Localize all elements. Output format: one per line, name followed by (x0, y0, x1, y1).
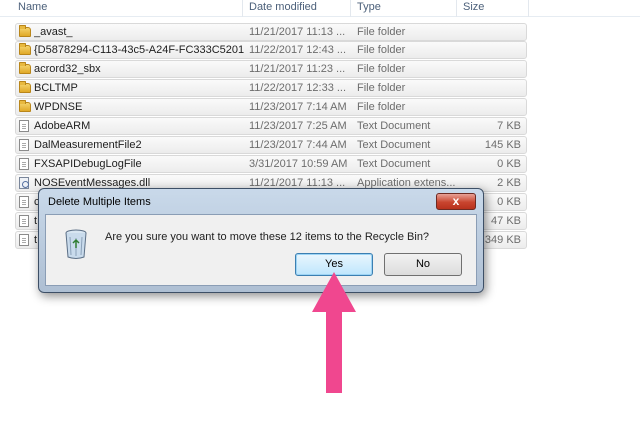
file-date: 11/22/2017 12:43 ... (249, 44, 347, 56)
file-date: 11/23/2017 7:25 AM (249, 120, 347, 132)
file-type: File folder (357, 82, 406, 94)
file-name: {D5878294-C113-43c5-A24F-FC333C5201... (34, 44, 244, 56)
file-name: _avast_ (34, 26, 73, 38)
folder-icon (19, 25, 31, 37)
file-size (461, 42, 521, 58)
file-type: Text Document (357, 139, 431, 151)
confirmation-message: Are you sure you want to move these 12 i… (105, 231, 430, 243)
file-name: DalMeasurementFile2 (34, 139, 142, 151)
file-type: Text Document (357, 120, 431, 132)
file-name: BCLTMP (34, 82, 78, 94)
file-type: File folder (357, 63, 406, 75)
file-row[interactable]: _avast_ 11/21/2017 11:13 ... File folder (15, 23, 527, 41)
pointer-arrow-icon (312, 272, 356, 393)
file-row[interactable]: WPDNSE 11/23/2017 7:14 AM File folder (15, 98, 527, 116)
text-document-icon (19, 215, 29, 227)
close-icon: x (452, 194, 460, 208)
dll-icon (19, 177, 29, 189)
dialog-title: Delete Multiple Items (48, 196, 151, 208)
file-row[interactable]: {D5878294-C113-43c5-A24F-FC333C5201... 1… (15, 41, 527, 59)
folder-icon (19, 62, 31, 74)
column-header-size[interactable]: Size (457, 0, 529, 17)
folder-icon (19, 100, 31, 112)
file-size: 145 KB (484, 139, 521, 151)
file-row[interactable]: BCLTMP 11/22/2017 12:33 ... File folder (15, 79, 527, 97)
file-date: 11/21/2017 11:13 ... (249, 26, 346, 38)
folder-icon (19, 43, 31, 55)
file-row[interactable]: DalMeasurementFile2 11/23/2017 7:44 AM T… (15, 136, 527, 154)
text-document-icon (19, 139, 29, 151)
file-date: 11/22/2017 12:33 ... (249, 82, 347, 94)
text-document-icon (19, 158, 29, 170)
file-row[interactable]: acrord32_sbx 11/21/2017 11:23 ... File f… (15, 60, 527, 78)
text-document-icon (19, 196, 29, 208)
column-header-name[interactable]: Name (0, 0, 243, 17)
file-date: 3/31/2017 10:59 AM (249, 158, 348, 170)
file-size: 7 KB (497, 120, 521, 132)
close-button[interactable]: x (436, 193, 476, 210)
delete-multiple-items-dialog: Delete Multiple Items x Are you sure you… (38, 188, 484, 293)
no-button[interactable]: No (384, 253, 462, 276)
file-type: Text Document (357, 158, 431, 170)
file-type: File folder (357, 101, 406, 113)
dialog-body: Are you sure you want to move these 12 i… (45, 214, 477, 286)
file-name: WPDNSE (34, 101, 83, 113)
file-size (461, 99, 521, 115)
file-name: FXSAPIDebugLogFile (34, 158, 142, 170)
column-header-date-modified[interactable]: Date modified (243, 0, 351, 17)
file-row[interactable]: AdobeARM 11/23/2017 7:25 AM Text Documen… (15, 117, 527, 135)
file-size (461, 61, 521, 77)
file-row[interactable]: FXSAPIDebugLogFile 3/31/2017 10:59 AM Te… (15, 155, 527, 173)
file-name: acrord32_sbx (34, 63, 101, 75)
text-document-icon (19, 234, 29, 246)
text-document-icon (19, 120, 29, 132)
recycle-bin-icon (65, 229, 87, 259)
file-size (461, 24, 521, 40)
file-date: 11/23/2017 7:14 AM (249, 101, 347, 113)
file-size: 0 KB (497, 158, 521, 170)
file-size (461, 80, 521, 96)
file-type: File folder (357, 44, 406, 56)
folder-icon (19, 81, 31, 93)
file-date: 11/21/2017 11:23 ... (249, 63, 346, 75)
file-type: File folder (357, 26, 406, 38)
file-name: AdobeARM (34, 120, 91, 132)
column-header: Name Date modified Type Size (0, 0, 640, 17)
file-date: 11/23/2017 7:44 AM (249, 139, 347, 151)
column-header-type[interactable]: Type (351, 0, 457, 17)
